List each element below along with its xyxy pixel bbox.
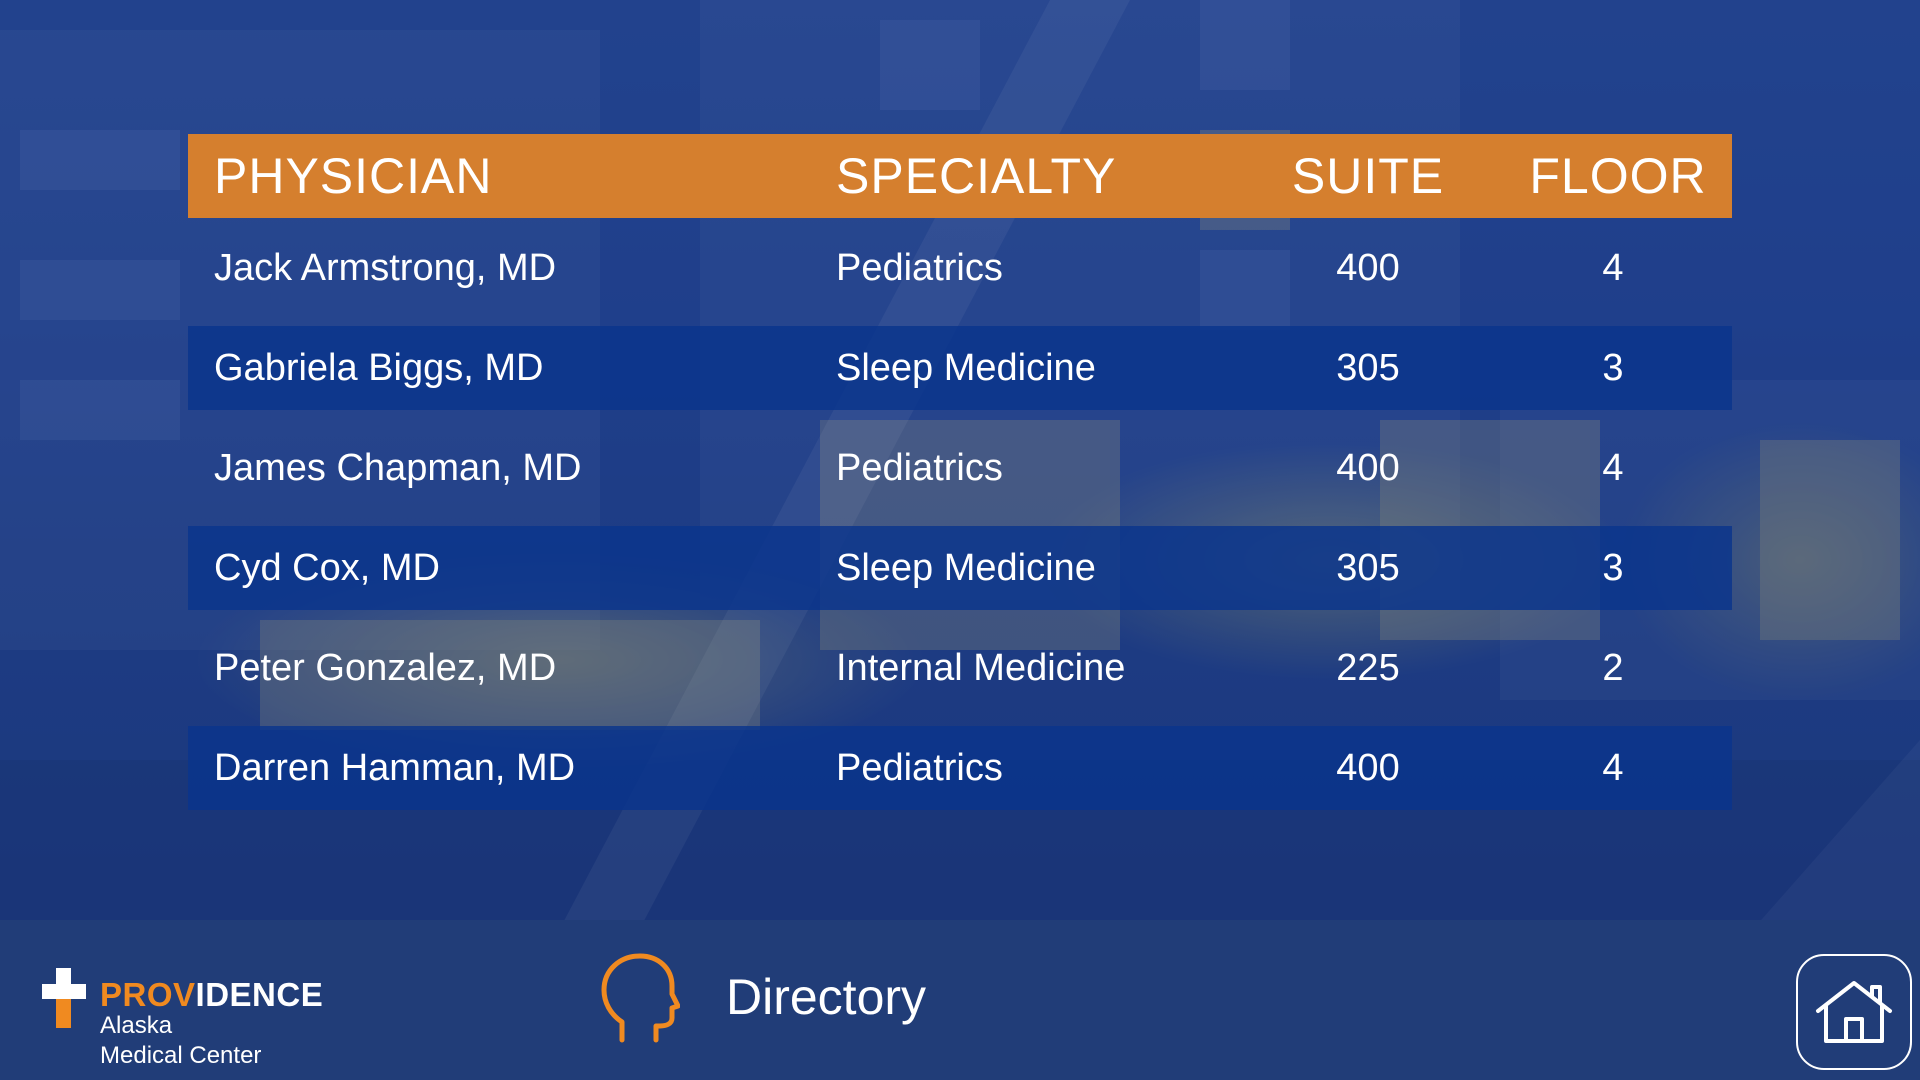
floor-number: 4 [1602, 746, 1624, 789]
physician-name: Gabriela Biggs, MD [214, 346, 544, 389]
specialty: Pediatrics [836, 746, 1003, 789]
table-row[interactable]: Cyd Cox, MD Sleep Medicine 305 3 [188, 526, 1732, 610]
table-row[interactable]: Peter Gonzalez, MD Internal Medicine 225… [188, 618, 1732, 718]
brand-name: PROVIDENCE [100, 976, 324, 1013]
suite-number: 400 [1336, 246, 1400, 289]
head-profile-icon [601, 953, 680, 1043]
specialty: Pediatrics [836, 446, 1003, 489]
cross-icon [40, 968, 88, 1028]
physician-directory-table: PHYSICIAN SPECIALTY SUITE FLOOR Jack Arm… [188, 134, 1732, 818]
physician-name: Peter Gonzalez, MD [214, 646, 557, 689]
table-row[interactable]: Darren Hamman, MD Pediatrics 400 4 [188, 726, 1732, 810]
floor-number: 3 [1602, 346, 1624, 389]
header-specialty: SPECIALTY [836, 148, 1117, 204]
physician-name: Darren Hamman, MD [214, 746, 576, 789]
specialty: Sleep Medicine [836, 346, 1096, 389]
home-icon [1816, 981, 1892, 1043]
floor-number: 4 [1602, 446, 1624, 489]
providence-logo: PROVIDENCE Alaska Medical Center [40, 942, 360, 1069]
table-row[interactable]: James Chapman, MD Pediatrics 400 4 [188, 418, 1732, 518]
header-physician: PHYSICIAN [214, 148, 493, 204]
brand-subtitle-line2: Medical Center [100, 1042, 262, 1069]
footer-bar: PROVIDENCE Alaska Medical Center Directo… [0, 920, 1920, 1080]
floor-number: 2 [1602, 646, 1624, 689]
physician-name: James Chapman, MD [214, 446, 582, 489]
home-button[interactable] [1796, 954, 1912, 1070]
suite-number: 305 [1336, 546, 1400, 589]
floor-number: 4 [1602, 246, 1624, 289]
suite-number: 305 [1336, 346, 1400, 389]
specialty: Internal Medicine [836, 646, 1126, 689]
header-floor: FLOOR [1529, 148, 1707, 204]
specialty: Pediatrics [836, 246, 1003, 289]
table-row[interactable]: Jack Armstrong, MD Pediatrics 400 4 [188, 218, 1732, 318]
suite-number: 400 [1336, 746, 1400, 789]
suite-number: 225 [1336, 646, 1400, 689]
floor-number: 3 [1602, 546, 1624, 589]
physician-name: Jack Armstrong, MD [214, 246, 557, 289]
suite-number: 400 [1336, 446, 1400, 489]
brand-subtitle-line1: Alaska [100, 1012, 173, 1039]
section-title: Directory [726, 969, 927, 1025]
physician-name: Cyd Cox, MD [214, 546, 440, 589]
header-suite: SUITE [1291, 148, 1445, 204]
table-header: PHYSICIAN SPECIALTY SUITE FLOOR [188, 134, 1732, 218]
specialty: Sleep Medicine [836, 546, 1096, 589]
table-row[interactable]: Gabriela Biggs, MD Sleep Medicine 305 3 [188, 326, 1732, 410]
